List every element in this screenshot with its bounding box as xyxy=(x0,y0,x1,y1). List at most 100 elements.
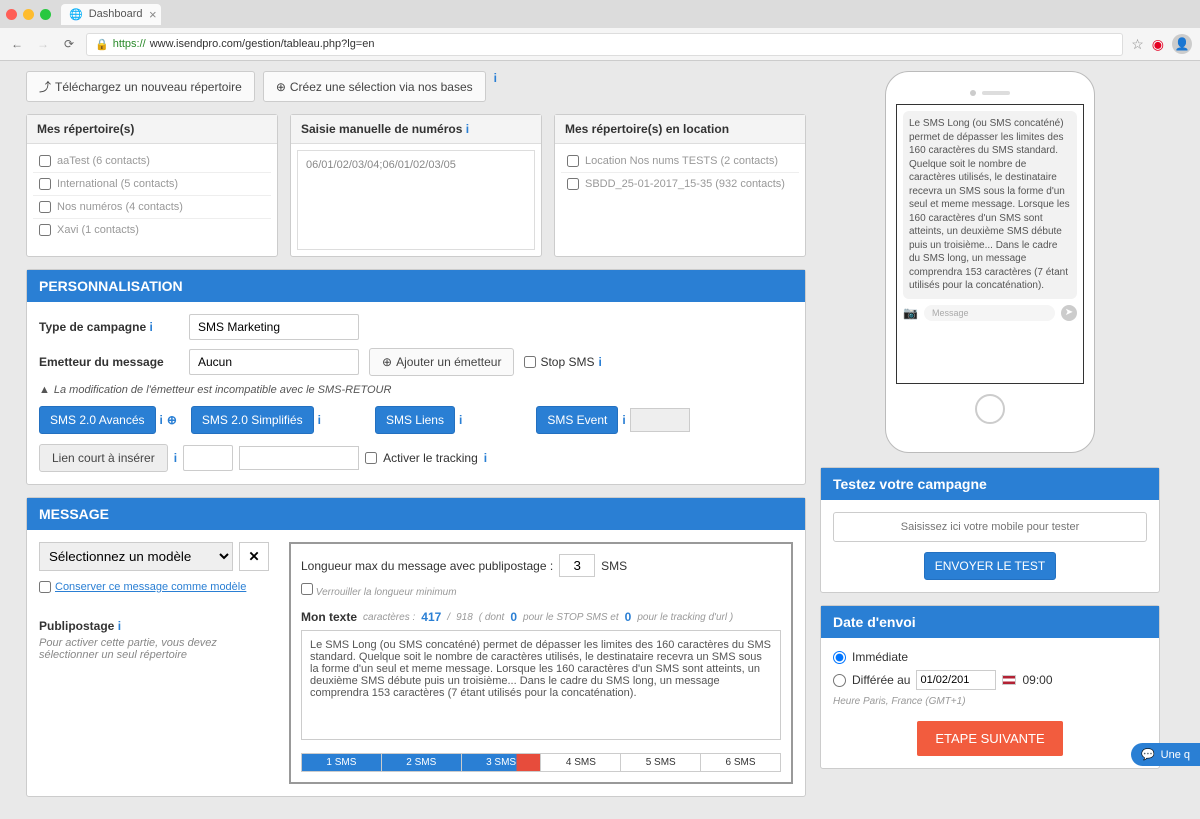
create-selection-button[interactable]: ⊕Créez une sélection via nos bases xyxy=(263,71,486,102)
info-icon[interactable]: i xyxy=(150,320,153,334)
next-step-button[interactable]: ETAPE SUIVANTE xyxy=(917,721,1062,756)
timezone-label: Heure Paris, France (GMT+1) xyxy=(833,696,1147,707)
sender-label: Emetteur du message xyxy=(39,355,179,369)
lock-min-checkbox[interactable] xyxy=(301,583,313,595)
chars-used: 417 xyxy=(421,610,441,624)
repertoire-checkbox[interactable] xyxy=(567,155,579,167)
manual-numbers-input[interactable]: 06/01/02/03/04;06/01/02/03/05 xyxy=(297,150,535,250)
plus-icon[interactable]: ⊕ xyxy=(167,413,177,427)
repertoire-item[interactable]: Xavi (1 contacts) xyxy=(33,219,271,241)
short-link-button[interactable]: Lien court à insérer xyxy=(39,444,168,472)
maximize-window-icon[interactable] xyxy=(40,9,51,20)
pinterest-icon[interactable]: ◉ xyxy=(1152,36,1164,53)
repertoire-checkbox[interactable] xyxy=(39,178,51,190)
forward-icon[interactable]: → xyxy=(34,35,52,53)
profile-avatar[interactable]: 👤 xyxy=(1172,34,1192,54)
repertoire-item[interactable]: SBDD_25-01-2017_15-35 (932 contacts) xyxy=(561,173,799,195)
window-controls[interactable] xyxy=(6,9,51,20)
stop-sms-checkbox[interactable] xyxy=(524,356,536,368)
max-length-unit: SMS xyxy=(601,559,627,573)
date-input[interactable] xyxy=(916,670,996,690)
url-input[interactable]: 🔒 https://www.isendpro.com/gestion/table… xyxy=(86,33,1123,56)
info-icon[interactable]: i xyxy=(459,413,462,427)
info-icon[interactable]: i xyxy=(466,122,469,136)
info-icon[interactable]: i xyxy=(118,619,121,633)
browser-chrome: 🌐 Dashboard ← → ⟳ 🔒 https://www.isendpro… xyxy=(0,0,1200,61)
sms-segments-bar: 1 SMS 2 SMS 3 SMS 4 SMS 5 SMS 6 SMS xyxy=(301,753,781,772)
send-date-panel: Date d'envoi Immédiate Différée au 09:00… xyxy=(820,605,1160,769)
my-repertoires-box: Mes répertoire(s) aaTest (6 contacts) In… xyxy=(26,114,278,257)
short-link-input-long[interactable] xyxy=(239,446,359,470)
sms-segment: 2 SMS xyxy=(382,754,462,771)
phone-camera-icon xyxy=(970,90,976,96)
immediate-label: Immédiate xyxy=(852,650,908,664)
browser-tab[interactable]: 🌐 Dashboard xyxy=(61,4,161,25)
model-select[interactable]: Sélectionnez un modèle xyxy=(39,542,233,571)
address-bar: ← → ⟳ 🔒 https://www.isendpro.com/gestion… xyxy=(0,28,1200,60)
repertoire-item[interactable]: International (5 contacts) xyxy=(33,173,271,196)
info-icon[interactable]: i xyxy=(174,451,177,465)
max-length-label: Longueur max du message avec publipostag… xyxy=(301,559,553,573)
warning-icon: ▲ xyxy=(39,384,50,396)
clear-model-button[interactable]: ✕ xyxy=(239,542,269,571)
stop-sms-checkbox-label[interactable]: Stop SMS i xyxy=(524,355,601,369)
campaign-type-label: Type de campagne i xyxy=(39,320,179,334)
upload-repertoire-button[interactable]: ⤴Téléchargez un nouveau répertoire xyxy=(26,71,255,102)
repertoire-checkbox[interactable] xyxy=(39,201,51,213)
repertoire-checkbox[interactable] xyxy=(567,178,579,190)
reload-icon[interactable]: ⟳ xyxy=(60,35,78,53)
chat-widget[interactable]: 💬 Une q xyxy=(1131,743,1200,766)
repertoire-item[interactable]: Location Nos nums TESTS (2 contacts) xyxy=(561,150,799,173)
globe-icon: 🌐 xyxy=(69,8,83,21)
immediate-radio[interactable] xyxy=(833,651,846,664)
send-icon: ➤ xyxy=(1061,305,1077,321)
repertoire-item[interactable]: aaTest (6 contacts) xyxy=(33,150,271,173)
sms-event-button[interactable]: SMS Event xyxy=(536,406,618,434)
manual-numbers-title: Saisie manuelle de numéros i xyxy=(291,115,541,144)
sms-textarea[interactable]: Le SMS Long (ou SMS concaténé) permet de… xyxy=(301,630,781,740)
send-test-button[interactable]: ENVOYER LE TEST xyxy=(924,552,1056,580)
sms-segment: 3 SMS xyxy=(462,754,542,771)
info-icon[interactable]: i xyxy=(160,413,163,427)
phone-home-button xyxy=(975,394,1005,424)
info-icon[interactable]: i xyxy=(318,413,321,427)
sms20-advanced-button[interactable]: SMS 2.0 Avancés xyxy=(39,406,156,434)
top-action-buttons: ⤴Téléchargez un nouveau répertoire ⊕Crée… xyxy=(26,71,806,102)
sender-input[interactable] xyxy=(189,349,359,375)
deferred-label: Différée au xyxy=(852,673,910,687)
sms20-simplified-button[interactable]: SMS 2.0 Simplifiés xyxy=(191,406,314,434)
save-model-row[interactable]: Conserver ce message comme modèle xyxy=(39,581,269,593)
message-editor: Longueur max du message avec publipostag… xyxy=(289,542,793,784)
phone-sms-bubble: Le SMS Long (ou SMS concaténé) permet de… xyxy=(903,111,1077,299)
lock-icon: 🔒 xyxy=(95,38,109,51)
campaign-type-input[interactable] xyxy=(189,314,359,340)
repertoire-checkbox[interactable] xyxy=(39,224,51,236)
info-icon[interactable]: i xyxy=(494,71,497,102)
info-icon[interactable]: i xyxy=(622,413,625,427)
test-campaign-title: Testez votre campagne xyxy=(821,468,1159,500)
test-mobile-input[interactable] xyxy=(833,512,1147,542)
minimize-window-icon[interactable] xyxy=(23,9,34,20)
save-model-link[interactable]: Conserver ce message comme modèle xyxy=(55,581,246,593)
add-sender-button[interactable]: ⊕Ajouter un émetteur xyxy=(369,348,514,376)
deferred-radio[interactable] xyxy=(833,674,846,687)
info-icon[interactable]: i xyxy=(484,451,487,465)
send-date-title: Date d'envoi xyxy=(821,606,1159,638)
sms-links-button[interactable]: SMS Liens xyxy=(375,406,455,434)
repertoire-checkbox[interactable] xyxy=(39,155,51,167)
close-window-icon[interactable] xyxy=(6,9,17,20)
short-link-input-small[interactable] xyxy=(183,445,233,471)
bookmark-icon[interactable]: ☆ xyxy=(1131,36,1144,53)
time-value: 09:00 xyxy=(1022,673,1052,687)
info-icon[interactable]: i xyxy=(599,355,602,369)
back-icon[interactable]: ← xyxy=(8,35,26,53)
sms-segment: 4 SMS xyxy=(541,754,621,771)
repertoire-item[interactable]: Nos numéros (4 contacts) xyxy=(33,196,271,219)
phone-preview: Le SMS Long (ou SMS concaténé) permet de… xyxy=(885,71,1095,453)
sms-event-input[interactable] xyxy=(630,408,690,432)
max-length-input[interactable] xyxy=(559,554,595,577)
tracking-checkbox[interactable] xyxy=(365,452,377,464)
save-model-checkbox[interactable] xyxy=(39,581,51,593)
lock-min-row[interactable]: Verrouiller la longueur minimum xyxy=(301,583,457,598)
plus-icon: ⊕ xyxy=(382,355,392,369)
